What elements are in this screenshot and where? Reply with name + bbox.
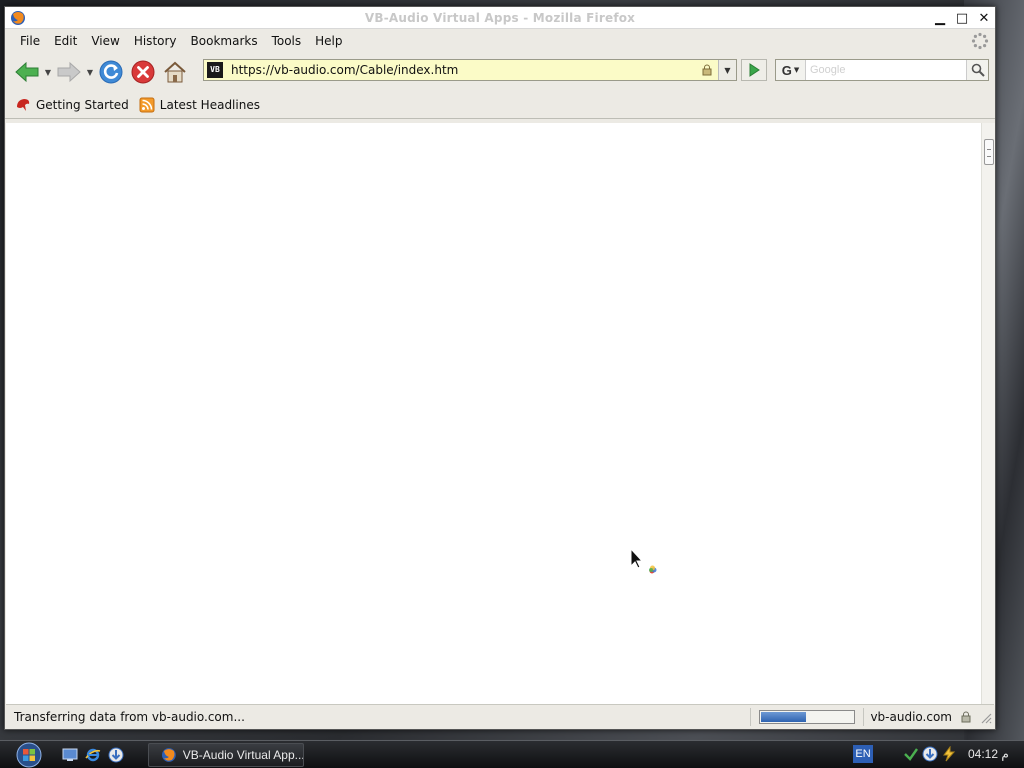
- minimize-button[interactable]: ▁: [931, 9, 949, 27]
- taskbar: VB-Audio Virtual App... EN 04:12 م: [0, 740, 1024, 768]
- back-history-dropdown[interactable]: ▼: [43, 57, 53, 87]
- taskbar-button-label: VB-Audio Virtual App...: [182, 748, 303, 762]
- download-icon[interactable]: [107, 746, 125, 764]
- maximize-button[interactable]: □: [953, 9, 971, 27]
- windows-logo-icon: [16, 742, 42, 768]
- go-arrow-icon: [749, 63, 760, 77]
- taskbar-firefox-button[interactable]: VB-Audio Virtual App...: [148, 743, 304, 767]
- menu-bookmarks[interactable]: Bookmarks: [186, 32, 263, 50]
- bookmark-label: Latest Headlines: [159, 97, 260, 112]
- status-divider: [750, 707, 752, 726]
- magnifier-icon: [971, 63, 985, 77]
- scrollbar-thumb[interactable]: [984, 139, 994, 165]
- reload-icon: [99, 60, 123, 84]
- security-lock-icon[interactable]: [958, 709, 974, 725]
- getting-started-icon: [15, 97, 31, 113]
- home-button[interactable]: [159, 57, 191, 87]
- menu-bar: File Edit View History Bookmarks Tools H…: [5, 29, 995, 53]
- bookmark-label: Getting Started: [36, 97, 129, 112]
- search-bar: G ▼: [775, 59, 989, 81]
- search-button[interactable]: [966, 60, 988, 80]
- back-arrow-icon: [15, 61, 39, 83]
- bookmark-latest-headlines[interactable]: Latest Headlines: [137, 97, 262, 113]
- home-icon: [164, 61, 186, 83]
- loading-progress-bar: [759, 709, 856, 724]
- status-domain[interactable]: vb-audio.com: [870, 710, 952, 724]
- lock-icon[interactable]: [699, 62, 715, 78]
- system-clock[interactable]: 04:12 م: [968, 747, 1009, 761]
- internet-explorer-icon[interactable]: [84, 746, 102, 764]
- network-tray-icon[interactable]: [903, 746, 919, 762]
- url-history-dropdown[interactable]: ▼: [718, 60, 736, 80]
- search-input[interactable]: [806, 60, 966, 80]
- vertical-scrollbar[interactable]: [981, 123, 995, 705]
- stop-icon: [131, 60, 155, 84]
- bookmark-getting-started[interactable]: Getting Started: [13, 97, 131, 113]
- navigation-toolbar: ▼ ▼ VB https://vb-audio.com/Cable/index.…: [5, 53, 995, 91]
- forward-arrow-icon: [57, 61, 81, 83]
- status-bar: Transferring data from vb-audio.com... v…: [6, 704, 994, 728]
- search-engine-selector[interactable]: G ▼: [776, 60, 806, 80]
- status-text: Transferring data from vb-audio.com...: [14, 709, 245, 724]
- menu-file[interactable]: File: [15, 32, 45, 50]
- window-title: VB-Audio Virtual Apps - Mozilla Firefox: [364, 11, 636, 25]
- url-text[interactable]: https://vb-audio.com/Cable/index.htm: [231, 63, 699, 77]
- stop-button[interactable]: [127, 57, 159, 87]
- rss-feed-icon: [139, 97, 155, 113]
- google-icon: G: [781, 62, 792, 78]
- busy-cursor-icon: [630, 548, 657, 574]
- status-divider: [863, 707, 865, 726]
- close-button[interactable]: ✕: [975, 9, 993, 27]
- firefox-icon: [161, 748, 176, 762]
- menu-history[interactable]: History: [129, 32, 182, 50]
- site-favicon: VB: [207, 62, 223, 78]
- back-button[interactable]: [11, 57, 43, 87]
- reload-button[interactable]: [95, 57, 127, 87]
- download-tray-icon[interactable]: [922, 746, 938, 762]
- start-button[interactable]: [14, 741, 44, 768]
- language-indicator[interactable]: EN: [853, 745, 873, 763]
- forward-button[interactable]: [53, 57, 85, 87]
- url-bar[interactable]: VB https://vb-audio.com/Cable/index.htm …: [203, 59, 737, 81]
- menu-tools[interactable]: Tools: [267, 32, 307, 50]
- menu-edit[interactable]: Edit: [49, 32, 82, 50]
- throbber-icon: [971, 32, 989, 50]
- title-bar: VB-Audio Virtual Apps - Mozilla Firefox …: [5, 7, 995, 29]
- go-button[interactable]: [741, 59, 767, 81]
- menu-view[interactable]: View: [86, 32, 124, 50]
- page-content[interactable]: [6, 123, 981, 705]
- browser-window: VB-Audio Virtual Apps - Mozilla Firefox …: [4, 6, 996, 730]
- power-tray-icon[interactable]: [941, 746, 957, 762]
- forward-history-dropdown[interactable]: ▼: [85, 57, 95, 87]
- bookmarks-toolbar: Getting Started Latest Headlines: [5, 91, 995, 119]
- progress-fill: [761, 711, 807, 722]
- chevron-down-icon: ▼: [793, 66, 800, 74]
- show-desktop-icon[interactable]: [61, 746, 79, 764]
- menu-help[interactable]: Help: [310, 32, 347, 50]
- resize-grip-icon[interactable]: [978, 710, 992, 724]
